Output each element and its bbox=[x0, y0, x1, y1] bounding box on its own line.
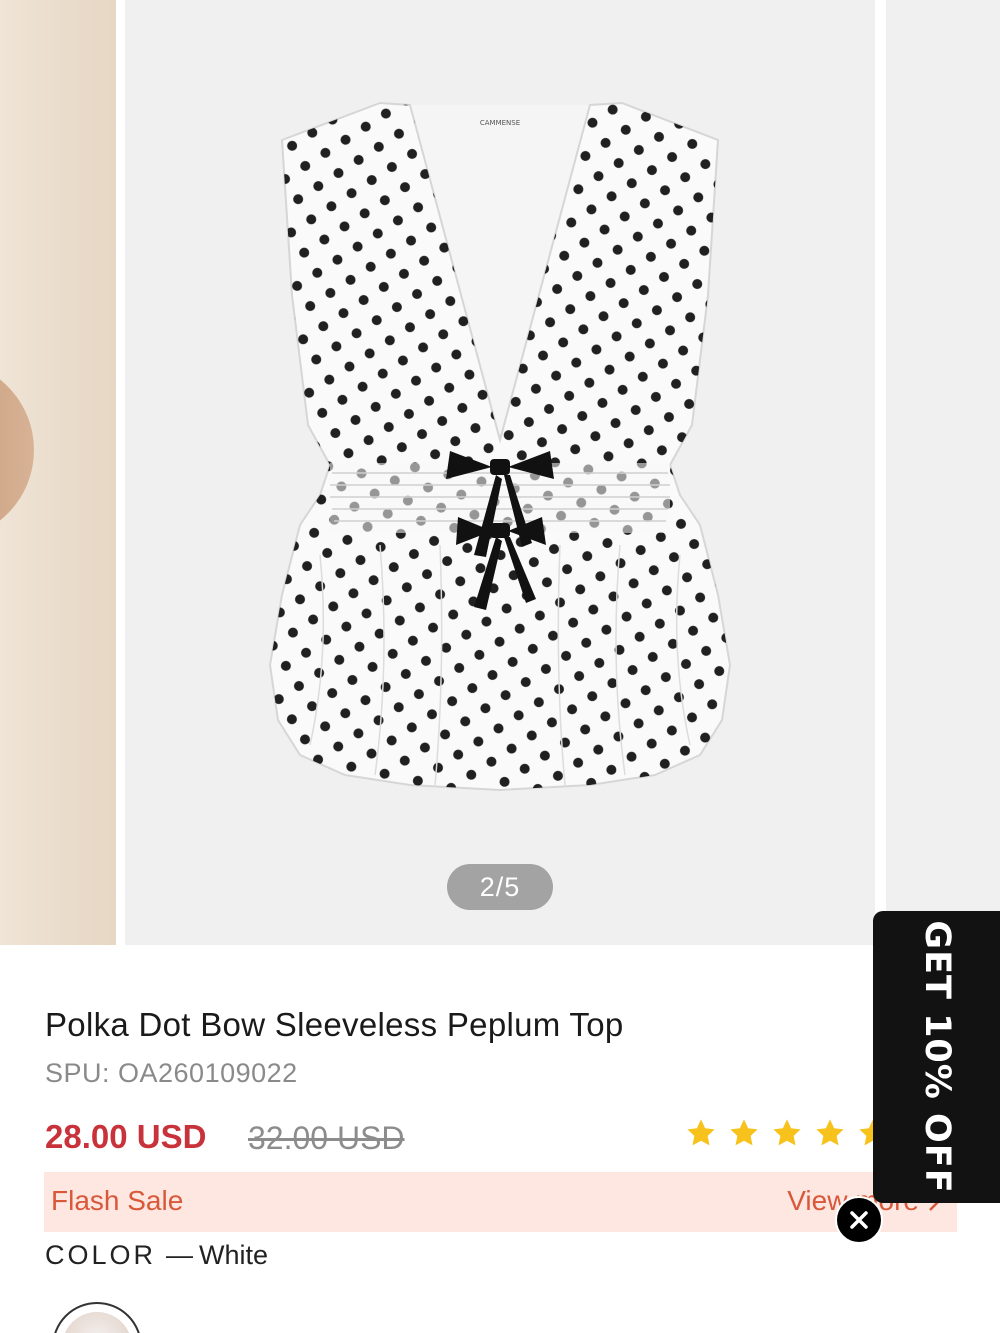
next-image-slide[interactable] bbox=[886, 0, 1000, 945]
product-spu: SPU: OA260109022 bbox=[45, 1058, 298, 1088]
rating-stars[interactable] bbox=[685, 1117, 889, 1149]
star-icon bbox=[730, 1119, 758, 1146]
product-title: Polka Dot Bow Sleeveless Peplum Top bbox=[45, 1006, 624, 1043]
model-arm-image bbox=[0, 360, 34, 540]
current-image-slide[interactable]: CAMMENSE 2/5 bbox=[125, 0, 875, 945]
flash-sale-banner[interactable]: Flash Sale View more bbox=[44, 1172, 957, 1232]
product-image: CAMMENSE bbox=[268, 101, 732, 792]
flash-sale-label: Flash Sale bbox=[51, 1185, 184, 1216]
color-selection-row: COLOR — White bbox=[45, 1240, 268, 1271]
original-price: 32.00 USD bbox=[248, 1120, 405, 1156]
star-icon bbox=[816, 1119, 844, 1146]
star-icon bbox=[773, 1119, 801, 1146]
color-swatch-white[interactable] bbox=[52, 1302, 142, 1333]
close-discount-button[interactable] bbox=[835, 1196, 883, 1244]
color-separator: — bbox=[166, 1240, 194, 1270]
discount-tab[interactable]: GET 10% OFF bbox=[873, 911, 1000, 1203]
swatch-thumbnail bbox=[62, 1312, 132, 1333]
discount-label: GET 10% OFF bbox=[916, 920, 957, 1194]
star-icon bbox=[687, 1119, 715, 1146]
color-label: COLOR bbox=[45, 1240, 157, 1270]
svg-text:CAMMENSE: CAMMENSE bbox=[480, 119, 520, 127]
close-icon bbox=[850, 1211, 868, 1229]
sale-price: 28.00 USD bbox=[45, 1118, 207, 1155]
product-image-gallery[interactable]: CAMMENSE 2/5 bbox=[0, 0, 1000, 945]
previous-image-slide[interactable] bbox=[0, 0, 116, 945]
image-counter: 2/5 bbox=[447, 864, 553, 910]
color-value: White bbox=[199, 1240, 269, 1270]
